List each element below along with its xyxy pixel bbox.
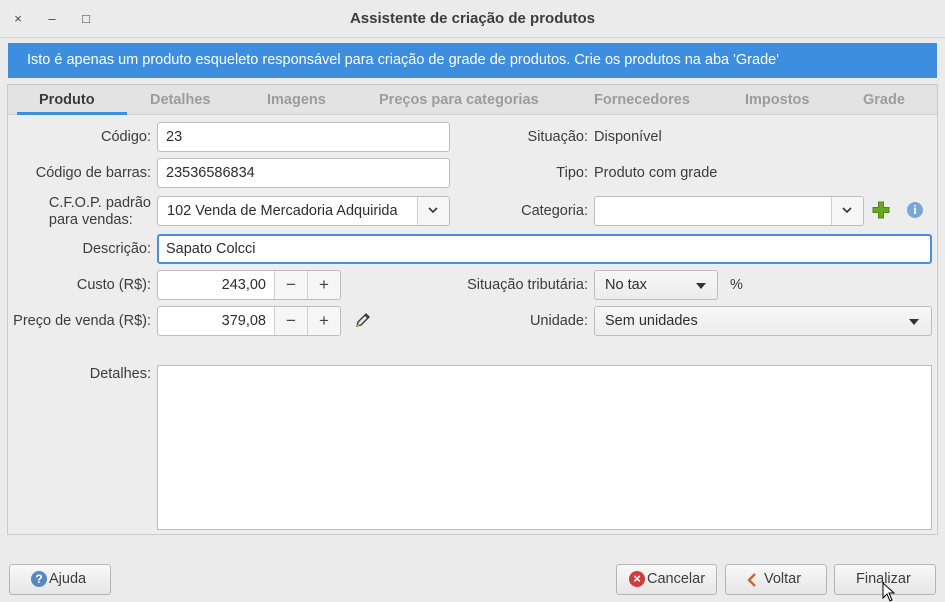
tab-fornecedores[interactable]: Fornecedores: [594, 92, 690, 108]
unidade-label: Unidade:: [529, 313, 588, 329]
descricao-field[interactable]: Sapato Colcci: [157, 234, 932, 264]
tipo-value: Produto com grade: [594, 165, 718, 181]
codigo-field[interactable]: 23: [157, 122, 450, 152]
dropdown-arrow-icon: [696, 283, 706, 289]
tab-impostos[interactable]: Impostos: [745, 92, 809, 108]
custo-label: Custo (R$):: [76, 277, 151, 293]
info-icon[interactable]: i: [907, 202, 923, 218]
mouse-cursor-icon: [882, 582, 896, 602]
cfop-label-line1: C.F.O.P. padrão: [48, 195, 151, 211]
back-arrow-icon: [747, 573, 756, 587]
voltar-label: Voltar: [764, 571, 802, 587]
preco-venda-label: Preço de venda (R$):: [13, 313, 151, 329]
ajuda-button[interactable]: ? Ajuda: [9, 564, 111, 595]
ajuda-label: Ajuda: [49, 571, 87, 587]
custo-decrement-button[interactable]: −: [274, 271, 307, 299]
preco-venda-spinner[interactable]: 379,08 − +: [157, 306, 341, 336]
tipo-label: Tipo:: [556, 165, 588, 181]
cfop-value: 102 Venda de Mercadoria Adquirida: [167, 203, 398, 219]
cancelar-label: Cancelar: [647, 571, 706, 587]
custo-increment-button[interactable]: +: [307, 271, 340, 299]
situacao-label: Situação:: [527, 129, 588, 145]
cancel-icon: ×: [629, 571, 645, 587]
title-bar: × – □ Assistente de criação de produtos: [0, 0, 945, 38]
active-tab-indicator: [17, 112, 127, 115]
detalhes-label: Detalhes:: [89, 366, 151, 382]
help-icon: ?: [31, 571, 47, 587]
edit-pencil-icon[interactable]: [354, 311, 372, 329]
tab-bar: Produto Detalhes Imagens Preços para cat…: [8, 85, 937, 115]
custo-spinner[interactable]: 243,00 − +: [157, 270, 341, 300]
preco-venda-value: 379,08: [221, 313, 266, 329]
info-banner: Isto é apenas um produto esqueleto respo…: [8, 43, 937, 78]
situacao-tributaria-dropdown[interactable]: No tax: [594, 270, 718, 300]
tab-detalhes[interactable]: Detalhes: [150, 92, 210, 108]
cancelar-button[interactable]: × Cancelar: [616, 564, 717, 595]
voltar-button[interactable]: Voltar: [725, 564, 827, 595]
codigo-barras-label: Código de barras:: [35, 165, 151, 181]
categoria-label: Categoria:: [521, 203, 588, 219]
codigo-label: Código:: [101, 129, 151, 145]
percent-label: %: [730, 277, 743, 293]
situacao-tributaria-value: No tax: [605, 277, 647, 293]
codigo-barras-field[interactable]: 23536586834: [157, 158, 450, 188]
window-title: Assistente de criação de produtos: [349, 10, 596, 27]
unidade-value: Sem unidades: [605, 313, 698, 329]
cfop-label: C.F.O.P. padrão para vendas:: [49, 195, 151, 229]
descricao-label: Descrição:: [82, 241, 152, 257]
unidade-dropdown[interactable]: Sem unidades: [594, 306, 932, 336]
custo-value: 243,00: [221, 277, 266, 293]
situacao-tributaria-label: Situação tributária:: [467, 277, 588, 293]
cfop-dropdown-button[interactable]: [417, 197, 449, 225]
preco-increment-button[interactable]: +: [307, 307, 340, 335]
situacao-value: Disponível: [594, 129, 662, 145]
cfop-label-line2: para vendas:: [48, 212, 133, 228]
cfop-combo[interactable]: 102 Venda de Mercadoria Adquirida: [157, 196, 450, 226]
detalhes-textarea[interactable]: [157, 365, 932, 530]
tab-grade[interactable]: Grade: [863, 92, 905, 108]
dropdown-arrow-icon: [909, 319, 919, 325]
chevron-down-icon: [842, 207, 852, 214]
tab-imagens[interactable]: Imagens: [267, 92, 326, 108]
categoria-combo[interactable]: [594, 196, 864, 226]
chevron-down-icon: [428, 207, 438, 214]
categoria-dropdown-button[interactable]: [831, 197, 863, 225]
preco-decrement-button[interactable]: −: [274, 307, 307, 335]
tab-precos-categorias[interactable]: Preços para categorias: [379, 92, 539, 108]
add-category-icon[interactable]: [872, 201, 890, 219]
tab-produto[interactable]: Produto: [39, 92, 95, 108]
